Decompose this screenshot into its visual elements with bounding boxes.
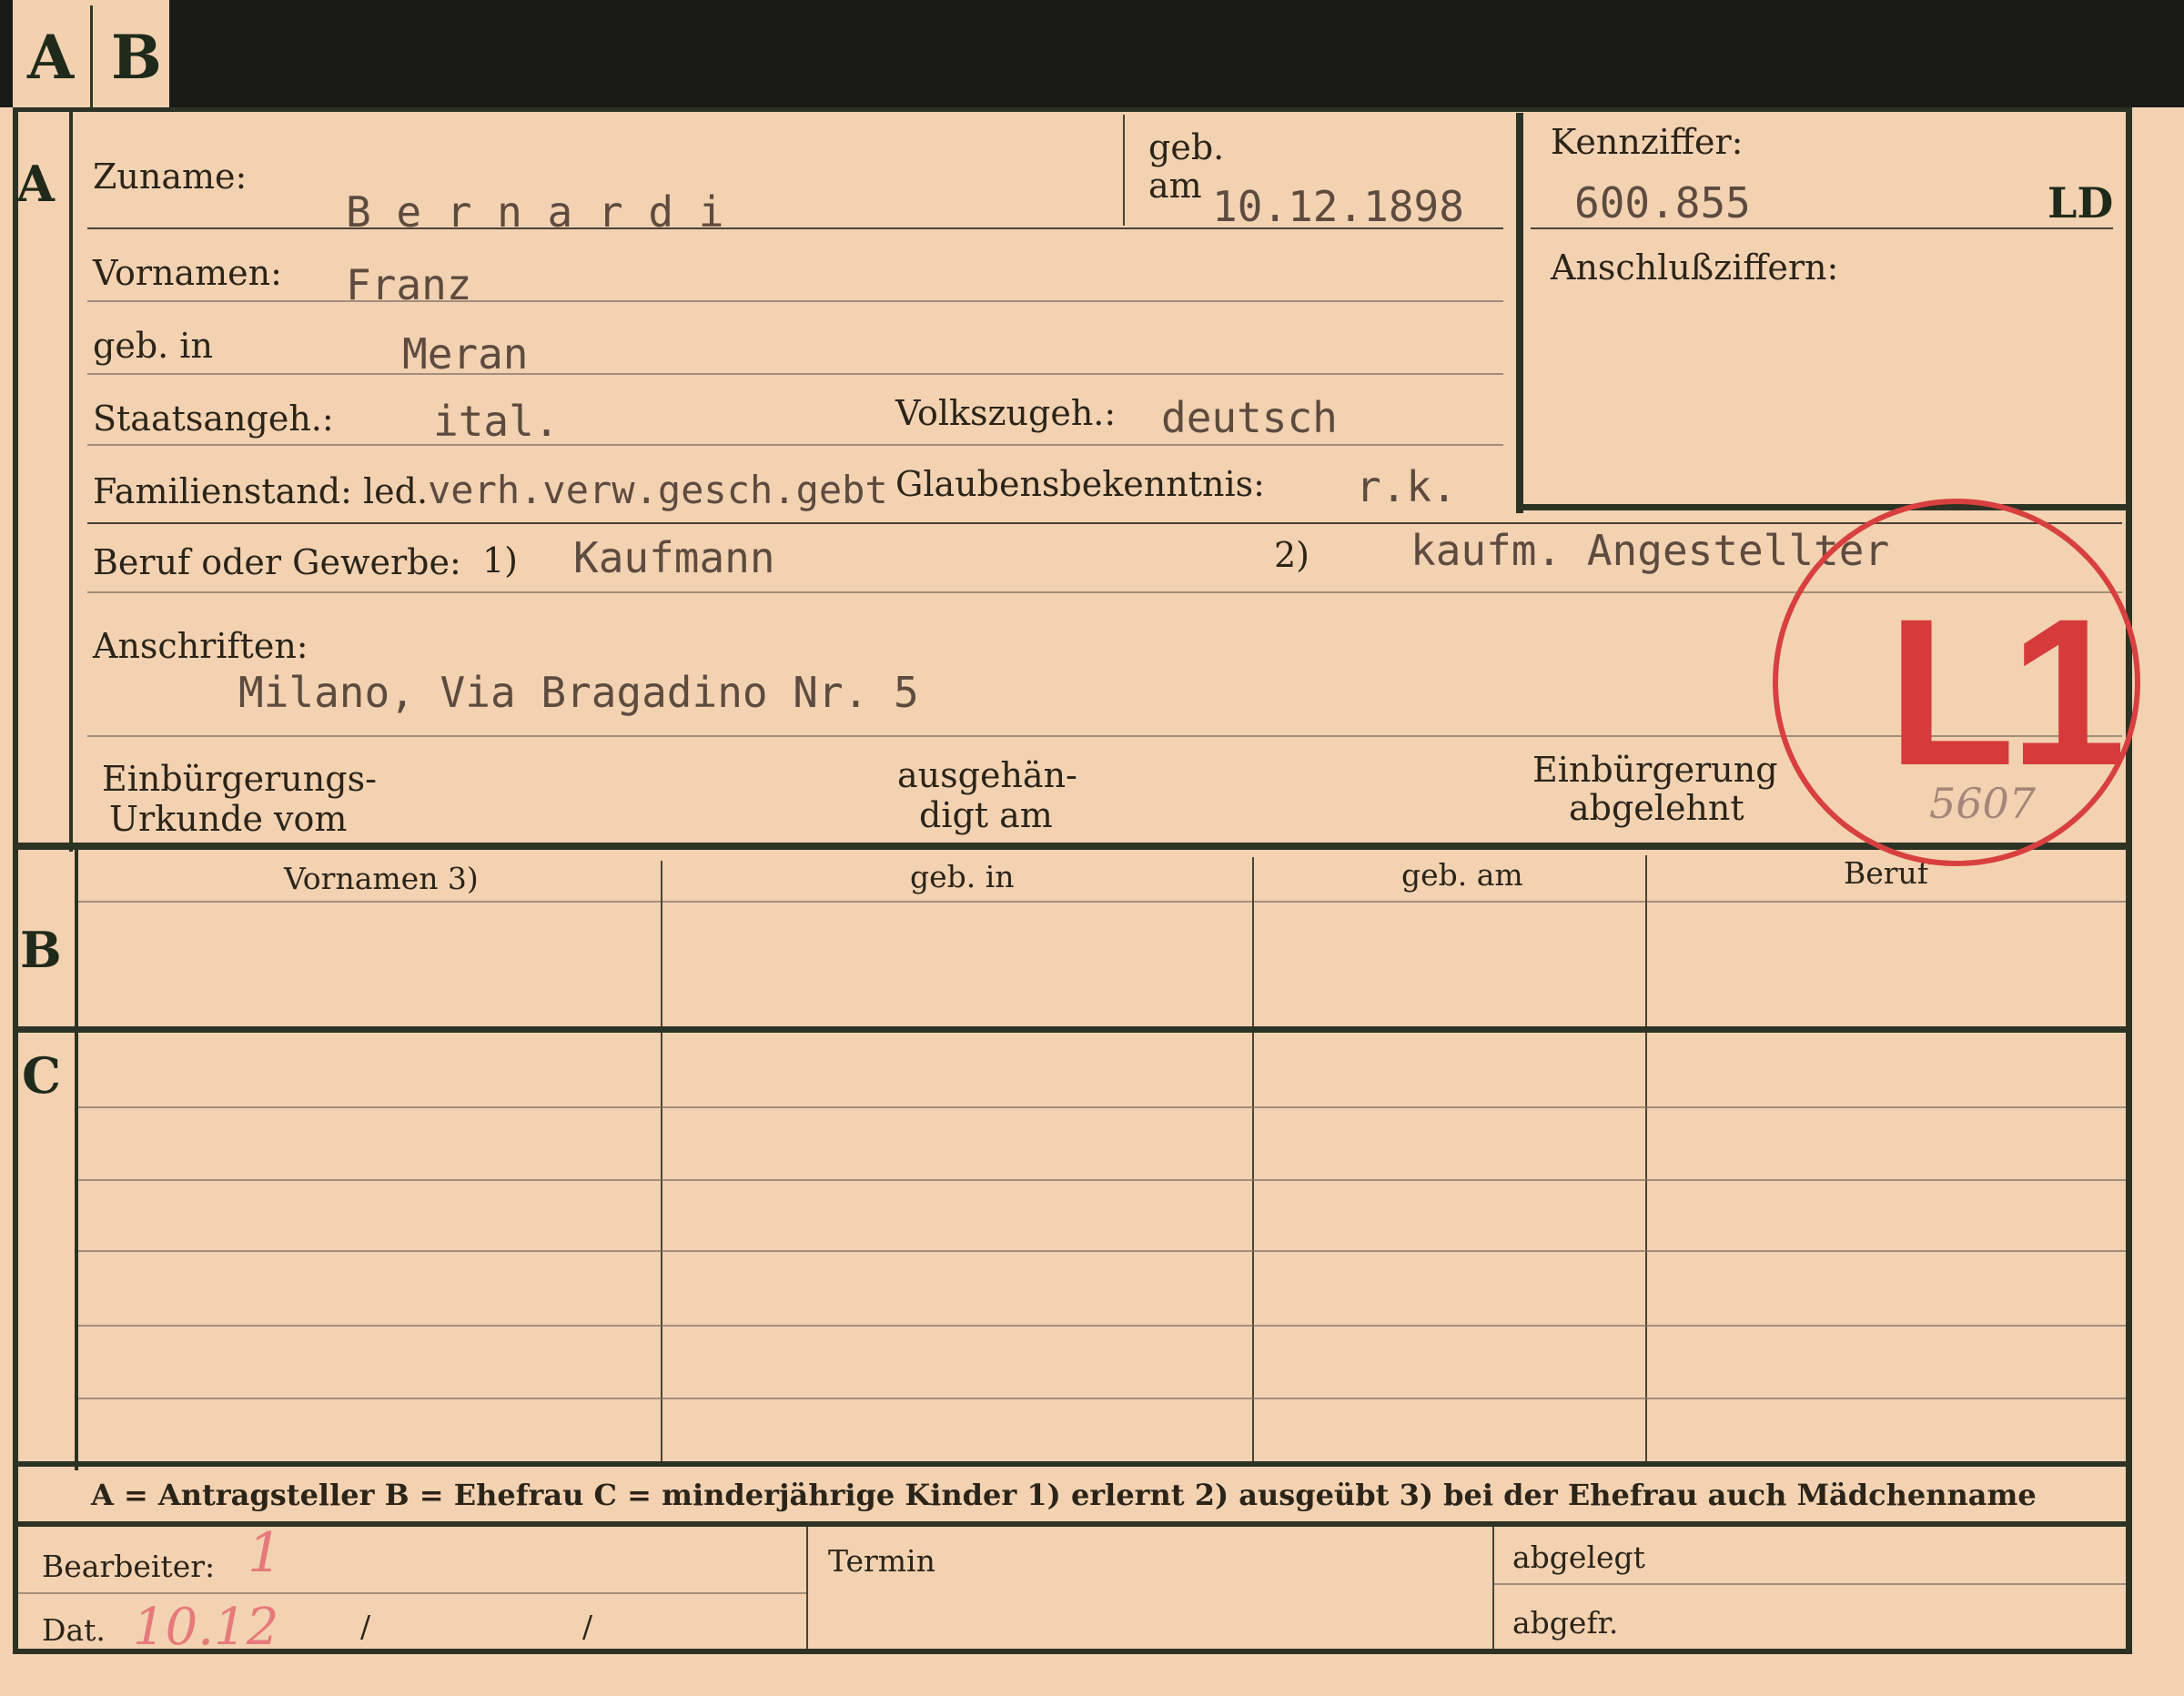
zuname-underline [87, 227, 1503, 229]
volkszugeh-value: deutsch [1161, 393, 1338, 442]
section-ab-separator [13, 843, 2131, 850]
anschlussziffern-label: Anschlußziffern: [1551, 247, 1839, 288]
staatsangeh-underline [87, 444, 1503, 446]
glaubensbekenntnis-label: Glaubensbekenntnis: [895, 464, 1265, 504]
section-marker-b: B [20, 921, 62, 979]
tab-divider [90, 5, 93, 107]
vornamen-underline [87, 300, 1503, 302]
bearbeiter-label: Bearbeiter: [42, 1549, 216, 1584]
bearbeiter-value: 1 [248, 1521, 283, 1585]
stamp-number: 5607 [1929, 779, 2037, 828]
kennziffer-box-left [1516, 113, 1523, 513]
geb-in-label: geb. in [93, 326, 213, 366]
termin-label: Termin [828, 1543, 935, 1579]
footer-divider-1 [806, 1527, 808, 1649]
kennziffer-value: 600.855 [1574, 178, 1751, 227]
zuname-label: Zuname: [93, 156, 248, 197]
legend-text: A = Antragsteller B = Ehefrau C = minder… [91, 1478, 2037, 1512]
kennziffer-label: Kennziffer: [1551, 122, 1744, 162]
abgefr-label: abgefr. [1512, 1605, 1619, 1640]
einbuergerungsurkunde-label-2: Urkunde vom [109, 799, 348, 839]
beruf-label: Beruf oder Gewerbe: [93, 542, 461, 582]
staatsangeh-label: Staatsangeh.: [93, 399, 334, 439]
geb-am-value: 10.12.1898 [1212, 182, 1464, 231]
section-bc-separator [13, 1026, 2131, 1033]
frame-top [13, 107, 2131, 112]
beruf-note-1: 1) [482, 540, 519, 580]
volkszugeh-label: Volkszugeh.: [895, 393, 1117, 433]
familienstand-underline [87, 522, 2122, 524]
section-marker-c: C [22, 1046, 61, 1105]
table-col-divider-2 [1252, 857, 1254, 1461]
dat-separator-1: / [360, 1609, 371, 1644]
anschriften-label: Anschriften: [93, 626, 308, 666]
beruf-note-2: 2) [1274, 535, 1310, 575]
table-c-row-line-4 [78, 1325, 2126, 1327]
table-c-row-line-5 [78, 1398, 2126, 1399]
abgelegt-label: abgelegt [1512, 1540, 1645, 1575]
bearbeiter-underline [18, 1592, 806, 1594]
geb-am-divider [1123, 115, 1125, 226]
ausgehaendigt-label-1: ausgehän- [897, 755, 1077, 795]
kennziffer-suffix: LD [2048, 178, 2114, 227]
tab-letter-a: A [27, 22, 75, 93]
geb-in-underline [87, 373, 1503, 375]
table-b-header-vornamen: Vornamen 3) [284, 861, 479, 896]
section-bc-left-rule [75, 850, 78, 1470]
geb-am-label-geb: geb. [1148, 127, 1225, 167]
tab-letter-b: B [111, 22, 162, 93]
table-col-divider-3 [1645, 855, 1647, 1461]
kennziffer-box-bottom [1516, 504, 2126, 510]
geb-am-label-am: am [1148, 166, 1202, 206]
frame-right [2126, 107, 2132, 1654]
table-c-row-line-1 [78, 1106, 2126, 1108]
table-col-divider-1 [661, 861, 662, 1461]
glaubensbekenntnis-value: r.k. [1356, 462, 1457, 511]
section-marker-a: A [16, 155, 55, 213]
frame-bottom [13, 1649, 2132, 1654]
anschriften-value: Milano, Via Bragadino Nr. 5 [238, 668, 919, 717]
staatsangeh-value: ital. [433, 397, 560, 446]
frame-left [13, 107, 18, 1654]
einbuergerungsurkunde-label-1: Einbürgerungs- [102, 759, 377, 799]
einbuergerung-abgelehnt-label-1: Einbürgerung [1532, 750, 1778, 790]
table-b-header-geb-am: geb. am [1401, 857, 1523, 893]
geb-in-value: Meran [402, 329, 529, 379]
ausgehaendigt-label-2: digt am [919, 795, 1053, 835]
table-b-header-geb-in: geb. in [910, 859, 1015, 894]
beruf-value-erlernt: Kaufmann [573, 533, 775, 582]
dat-label: Dat. [42, 1612, 106, 1648]
footer-divider-2 [1492, 1527, 1494, 1649]
table-c-row-line-2 [78, 1179, 2126, 1181]
stamp-text: L1 [1887, 575, 2126, 809]
dat-separator-2: / [582, 1609, 593, 1644]
table-c-row-line-3 [78, 1250, 2126, 1252]
section-a-left-rule [69, 107, 73, 852]
kennziffer-underline [1531, 227, 2113, 229]
legend-bottom-rule [13, 1521, 2131, 1527]
legend-top-rule [13, 1461, 2131, 1467]
vornamen-label: Vornamen: [93, 253, 282, 293]
dat-value: 10.12 [133, 1598, 279, 1657]
table-b-header-underline [78, 901, 2126, 903]
familienstand-label: Familienstand: led. [93, 471, 429, 511]
einbuergerung-abgelehnt-label-2: abgelehnt [1569, 788, 1744, 828]
familienstand-value: verh.verw.gesch.gebt [428, 468, 888, 512]
abgelegt-underline [1494, 1583, 2126, 1585]
